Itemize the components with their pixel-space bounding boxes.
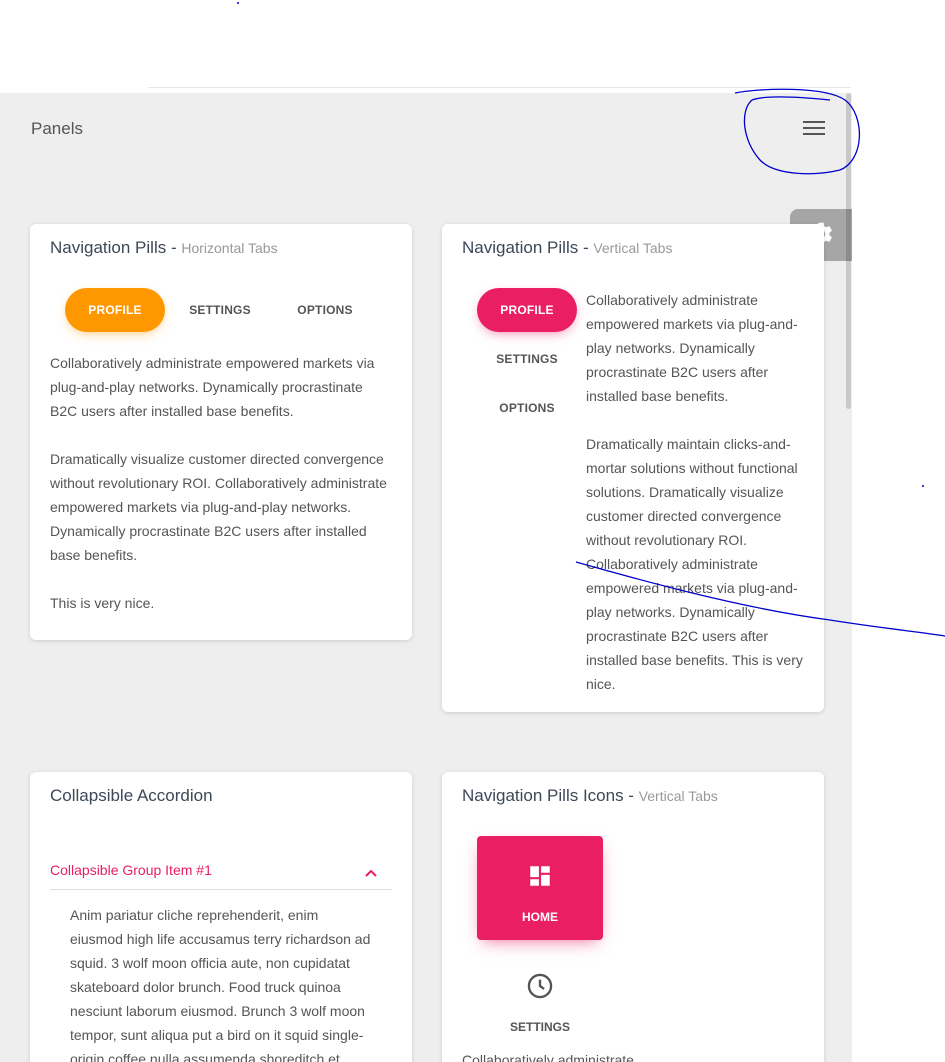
tab-content-paragraph: Collaboratively administrate <box>462 1052 634 1062</box>
tab-content-paragraph: Dramatically maintain clicks-and-mortar … <box>586 436 803 692</box>
annotation-dot <box>922 485 924 487</box>
chevron-up-icon <box>365 869 377 877</box>
tab-settings[interactable]: SETTINGS <box>477 960 603 1050</box>
hamburger-menu-icon[interactable] <box>803 121 827 139</box>
page-top-area <box>0 0 945 93</box>
page-title: Panels <box>31 119 83 138</box>
tab-label: HOME <box>522 910 558 924</box>
card-vertical-tabs: Navigation Pills - Vertical Tabs PROFILE… <box>442 224 824 712</box>
top-divider <box>148 87 851 88</box>
accordion-item-body: Anim pariatur cliche reprehenderit, enim… <box>70 907 371 1062</box>
tab-content-paragraph: Dramatically visualize customer directed… <box>50 451 387 563</box>
tab-content-paragraph: Collaboratively administrate empowered m… <box>586 292 798 404</box>
tab-profile[interactable]: PROFILE <box>65 288 165 332</box>
card-horizontal-tabs: Navigation Pills - Horizontal Tabs PROFI… <box>30 224 412 640</box>
card-title: Collapsible Accordion <box>50 786 213 805</box>
tab-settings[interactable]: SETTINGS <box>477 337 577 381</box>
tab-content-paragraph: Collaboratively administrate empowered m… <box>50 355 375 419</box>
tab-label: SETTINGS <box>509 1020 570 1034</box>
tab-home[interactable]: HOME <box>477 836 603 940</box>
card-subtitle: Vertical Tabs <box>638 788 718 804</box>
app-main-panel: Panels Navigation Pills - Horizontal Tab… <box>0 93 852 1062</box>
clock-icon <box>527 973 553 999</box>
card-title: Navigation Pills - Horizontal Tabs <box>50 238 278 257</box>
tab-profile[interactable]: PROFILE <box>477 288 577 332</box>
accordion-item-title: Collapsible Group Item #1 <box>50 862 212 878</box>
tab-settings[interactable]: SETTINGS <box>170 288 270 332</box>
card-title: Navigation Pills - Vertical Tabs <box>462 238 673 257</box>
accordion-item-header[interactable]: Collapsible Group Item #1 <box>50 858 392 890</box>
card-icon-pills: Navigation Pills Icons - Vertical Tabs H… <box>442 772 824 1062</box>
tab-options[interactable]: OPTIONS <box>275 288 375 332</box>
card-subtitle: Vertical Tabs <box>593 240 673 256</box>
tab-content-paragraph: This is very nice. <box>50 595 155 611</box>
card-title: Navigation Pills Icons - Vertical Tabs <box>462 786 718 805</box>
tab-options[interactable]: OPTIONS <box>477 386 577 430</box>
dashboard-icon <box>530 866 550 886</box>
card-accordion: Collapsible Accordion Collapsible Group … <box>30 772 412 1062</box>
card-subtitle: Horizontal Tabs <box>181 240 278 256</box>
